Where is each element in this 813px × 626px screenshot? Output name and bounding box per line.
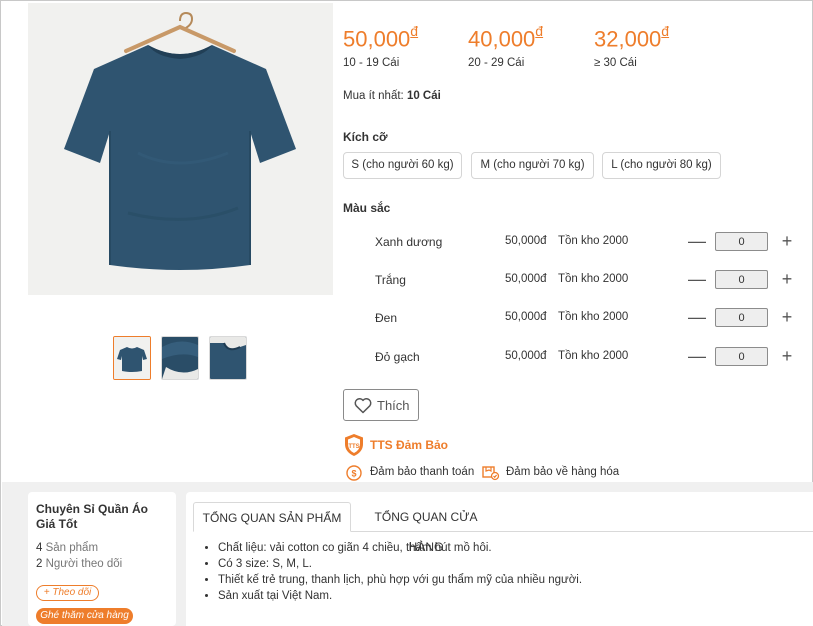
- description-item: Chất liệu: vải cotton co giãn 4 chiều, t…: [218, 540, 582, 556]
- color-stock: Tồn kho 2000: [558, 235, 629, 247]
- tts-shield-icon: TTS: [345, 434, 363, 456]
- product-thumbnail-3[interactable]: [209, 336, 247, 380]
- min-order-label: Mua ít nhất:: [343, 90, 404, 102]
- like-label: Thích: [377, 398, 410, 413]
- product-main-image[interactable]: [28, 3, 333, 295]
- quantity-input[interactable]: [715, 347, 768, 366]
- shop-products-count: 4 Sản phẩm: [36, 542, 99, 554]
- price-tier-2: 40,000đ 20 - 29 Cái: [468, 19, 543, 69]
- decrease-quantity-button[interactable]: —: [688, 270, 706, 290]
- tier-quantity: ≥ 30 Cái: [594, 57, 637, 70]
- color-price: 50,000đ: [505, 311, 547, 323]
- shop-followers-count: 2 Người theo dõi: [36, 558, 123, 570]
- increase-quantity-button[interactable]: +: [778, 232, 796, 252]
- decrease-quantity-button[interactable]: —: [688, 308, 706, 328]
- color-stock: Tồn kho 2000: [558, 350, 629, 362]
- color-row: Xanh dương 50,000đ Tồn kho 2000 — +: [343, 232, 803, 254]
- tier-price: 50,000đ: [343, 23, 419, 52]
- payment-shield-icon: $: [346, 465, 362, 481]
- decrease-quantity-button[interactable]: —: [688, 347, 706, 367]
- page-frame: 50,000đ 10 - 19 Cái 40,000đ 20 - 29 Cái …: [0, 0, 813, 626]
- size-section-label: Kích cỡ: [343, 130, 388, 144]
- size-option-m[interactable]: M (cho người 70 kg): [471, 152, 594, 179]
- decrease-quantity-button[interactable]: —: [688, 232, 706, 252]
- product-thumbnail-1[interactable]: [113, 336, 151, 380]
- product-thumbnail-2[interactable]: [161, 336, 199, 380]
- color-row: Đỏ gạch 50,000đ Tồn kho 2000 — +: [343, 347, 803, 369]
- tier-price: 32,000đ: [594, 23, 670, 52]
- color-row: Đen 50,000đ Tồn kho 2000 — +: [343, 308, 803, 330]
- color-price: 50,000đ: [505, 273, 547, 285]
- tier-quantity: 20 - 29 Cái: [468, 57, 525, 70]
- tier-quantity: 10 - 19 Cái: [343, 57, 400, 70]
- description-item: Sản xuất tại Việt Nam.: [218, 588, 582, 604]
- fabric-thumb-icon: [162, 337, 198, 379]
- product-description-list: Chất liệu: vải cotton co giãn 4 chiều, t…: [218, 540, 582, 604]
- price-tier-1: 50,000đ 10 - 19 Cái: [343, 19, 418, 69]
- color-stock: Tồn kho 2000: [558, 311, 629, 323]
- price-tier-3: 32,000đ ≥ 30 Cái: [594, 19, 669, 69]
- size-option-l[interactable]: L (cho người 80 kg): [602, 152, 721, 179]
- shop-card: Chuyên Sỉ Quần Áo Giá Tốt 4 Sản phẩm 2 N…: [28, 492, 176, 626]
- tts-guarantee-title: TTS Đảm Bảo: [370, 438, 449, 452]
- description-item: Thiết kế trẻ trung, thanh lịch, phù hợp …: [218, 572, 582, 588]
- heart-icon: [354, 398, 372, 414]
- min-order-value: 10 Cái: [406, 90, 441, 102]
- tier-price: 40,000đ: [468, 23, 544, 52]
- follow-shop-button[interactable]: + Theo dõi: [36, 585, 99, 601]
- increase-quantity-button[interactable]: +: [778, 270, 796, 290]
- color-price: 50,000đ: [505, 350, 547, 362]
- goods-box-icon: [482, 466, 500, 481]
- color-name: Xanh dương: [375, 235, 443, 249]
- description-item: Có 3 size: S, M, L.: [218, 556, 582, 572]
- size-option-s[interactable]: S (cho người 60 kg): [343, 152, 462, 179]
- like-button[interactable]: Thích: [343, 389, 419, 421]
- color-price: 50,000đ: [505, 235, 547, 247]
- payment-guarantee-label: Đảm bảo thanh toán: [370, 466, 475, 478]
- tshirt-image: [28, 3, 333, 295]
- color-name: Trắng: [375, 273, 406, 287]
- tts-badge-text: TTS: [348, 444, 359, 450]
- increase-quantity-button[interactable]: +: [778, 308, 796, 328]
- color-name: Đỏ gạch: [375, 350, 420, 364]
- tab-shop-overview[interactable]: TỔNG QUAN CỬA HÀNG: [356, 502, 496, 554]
- quantity-input[interactable]: [715, 270, 768, 289]
- visit-shop-button[interactable]: Ghé thăm cửa hàng: [36, 608, 133, 624]
- color-section-label: Màu sắc: [343, 201, 391, 215]
- tab-product-overview[interactable]: TỔNG QUAN SẢN PHẨM: [193, 502, 351, 532]
- minimum-order: Mua ít nhất: 10 Cái: [343, 90, 441, 102]
- color-name: Đen: [375, 311, 398, 325]
- goods-guarantee-label: Đảm bảo về hàng hóa: [506, 466, 620, 478]
- svg-text:$: $: [351, 469, 356, 479]
- product-info-card: TỔNG QUAN SẢN PHẨM TỔNG QUAN CỬA HÀNG Ch…: [186, 492, 813, 626]
- shop-name[interactable]: Chuyên Sỉ Quần Áo Giá Tốt: [36, 502, 166, 532]
- color-row: Trắng 50,000đ Tồn kho 2000 — +: [343, 270, 803, 292]
- collar-thumb-icon: [210, 337, 246, 379]
- tshirt-thumb-icon: [114, 337, 150, 379]
- quantity-input[interactable]: [715, 232, 768, 251]
- increase-quantity-button[interactable]: +: [778, 347, 796, 367]
- quantity-input[interactable]: [715, 308, 768, 327]
- color-stock: Tồn kho 2000: [558, 273, 629, 285]
